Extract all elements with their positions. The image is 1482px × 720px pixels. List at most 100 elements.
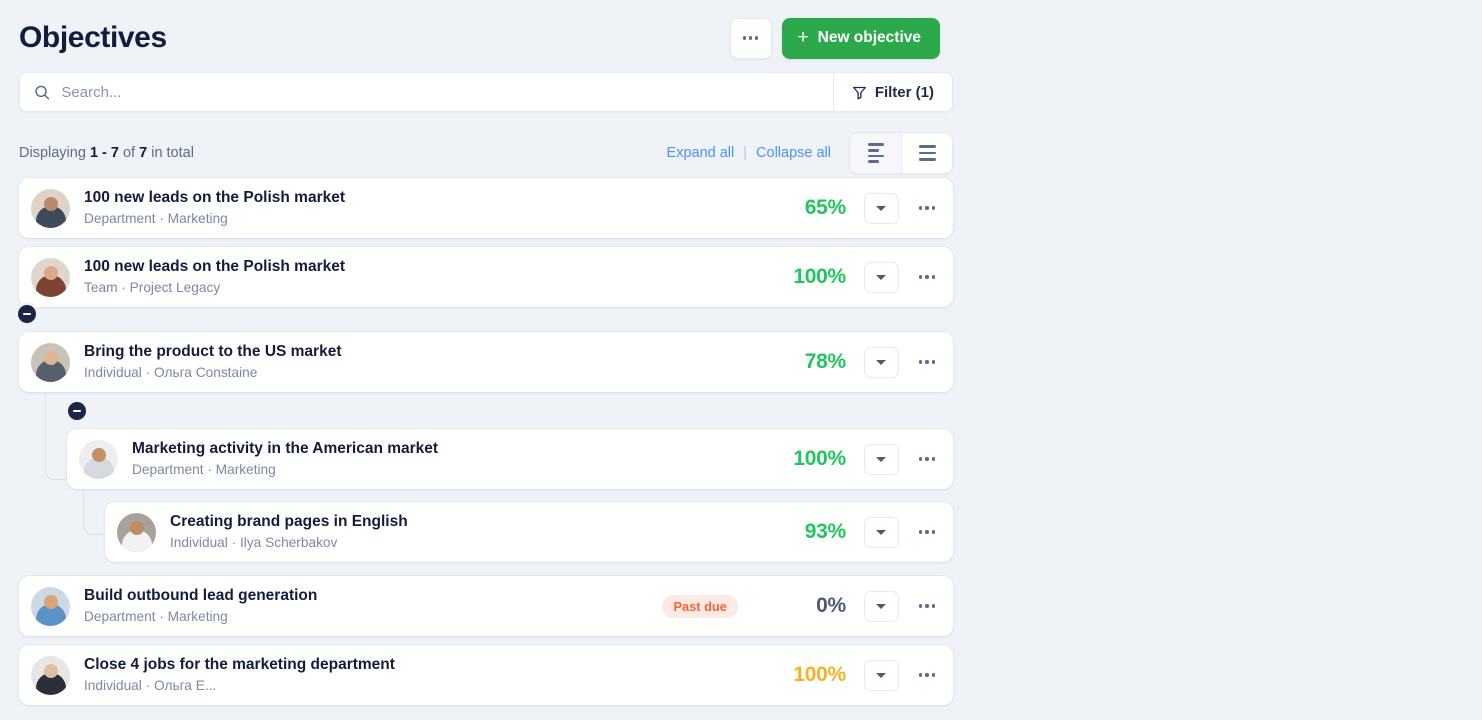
view-toggle-group	[849, 132, 953, 174]
objective-row: Build outbound lead generation Departmen…	[19, 576, 953, 636]
avatar	[31, 586, 70, 626]
objective-subtitle: Team · Project Legacy	[84, 280, 221, 295]
objective-row: Creating brand pages in English Individu…	[19, 502, 953, 562]
tree-connector	[45, 378, 67, 480]
expand-row-button[interactable]	[863, 346, 899, 378]
objective-titles: Close 4 jobs for the marketing departmen…	[84, 655, 762, 695]
objective-titles: 100 new leads on the Polish market Team …	[84, 257, 762, 297]
expand-row-button[interactable]	[863, 192, 899, 224]
view-tree-button[interactable]	[850, 133, 901, 173]
objective-title: 100 new leads on the Polish market	[84, 189, 346, 206]
search-bar: Filter (1)	[19, 72, 953, 112]
align-left-list-icon	[867, 143, 884, 163]
progress-percent: 78%	[804, 350, 846, 373]
view-list-button[interactable]	[901, 133, 952, 173]
objective-titles: Creating brand pages in English Individu…	[170, 512, 762, 552]
objective-card[interactable]: Close 4 jobs for the marketing departmen…	[19, 645, 953, 705]
objective-title: 100 new leads on the Polish market	[84, 258, 346, 275]
filter-button[interactable]: Filter (1)	[832, 73, 952, 111]
objective-row: 100 new leads on the Polish market Depar…	[19, 178, 953, 238]
displaying-total: 7	[139, 145, 148, 161]
collapse-all-link[interactable]: Collapse all	[756, 145, 831, 161]
avatar	[31, 257, 70, 297]
expand-row-button[interactable]	[863, 516, 899, 548]
avatar	[31, 188, 70, 228]
search-input[interactable]	[61, 83, 833, 101]
status-badge: Past due	[662, 594, 738, 618]
row-more-button[interactable]	[918, 530, 935, 534]
row-more-button[interactable]	[918, 275, 935, 279]
row-more-button[interactable]	[918, 206, 935, 210]
displaying-suffix: in total	[151, 145, 194, 161]
objective-titles: 100 new leads on the Polish market Depar…	[84, 188, 762, 228]
objective-subtitle: Department · Marketing	[132, 462, 276, 477]
objective-card[interactable]: Creating brand pages in English Individu…	[105, 502, 953, 562]
progress-percent: 100%	[793, 447, 846, 470]
list-icon	[918, 145, 936, 161]
objective-title: Creating brand pages in English	[170, 513, 408, 530]
objectives-page: Objectives + New objective Filter (1)	[0, 0, 1482, 720]
funnel-icon	[852, 86, 866, 100]
displaying-range: 1 - 7	[89, 145, 119, 161]
objective-card[interactable]: Build outbound lead generation Departmen…	[19, 576, 953, 636]
expand-row-button[interactable]	[863, 659, 899, 691]
objective-row: Marketing activity in the American marke…	[19, 402, 953, 489]
row-more-button[interactable]	[918, 604, 935, 608]
displaying-count: Displaying 1 - 7 of 7 in total	[19, 145, 667, 161]
objective-subtitle: Department · Marketing	[84, 211, 228, 226]
search-field-wrap	[20, 83, 833, 101]
expand-row-button[interactable]	[863, 590, 899, 622]
objective-subtitle: Individual · Ilya Scherbakov	[170, 535, 338, 550]
expand-row-button[interactable]	[863, 261, 899, 293]
objective-card[interactable]: 100 new leads on the Polish market Depar…	[19, 178, 953, 238]
displaying-of: of	[122, 145, 136, 161]
objective-actions: 93%	[762, 516, 939, 548]
objective-titles: Marketing activity in the American marke…	[132, 439, 762, 479]
chevron-down-icon	[876, 205, 887, 211]
chevron-down-icon	[876, 274, 887, 280]
progress-percent: 100%	[793, 265, 846, 288]
chevron-down-icon	[876, 529, 887, 535]
chevron-down-icon	[876, 456, 887, 462]
new-objective-label: New objective	[817, 29, 921, 46]
displaying-prefix: Displaying	[19, 145, 86, 161]
row-more-button[interactable]	[918, 673, 935, 677]
search-icon	[35, 85, 50, 99]
row-more-button[interactable]	[918, 360, 935, 364]
new-objective-button[interactable]: + New objective	[781, 17, 940, 59]
objective-card[interactable]: 100 new leads on the Polish market Team …	[19, 247, 953, 307]
expand-row-button[interactable]	[863, 443, 899, 475]
objective-row: Close 4 jobs for the marketing departmen…	[19, 645, 953, 705]
expand-all-link[interactable]: Expand all	[667, 145, 735, 161]
objective-card[interactable]: Marketing activity in the American marke…	[67, 429, 953, 489]
row-more-button[interactable]	[918, 457, 935, 461]
objective-row: 100 new leads on the Polish market Team …	[19, 247, 953, 307]
objective-card[interactable]: Bring the product to the US market Indiv…	[19, 332, 953, 392]
progress-percent: 93%	[804, 520, 846, 543]
objective-title: Marketing activity in the American marke…	[132, 440, 439, 457]
objective-subtitle: Individual · Ольга Е...	[84, 678, 217, 693]
ellipsis-icon	[743, 36, 758, 40]
objective-row: Bring the product to the US market Indiv…	[18, 305, 953, 392]
progress-percent: 100%	[793, 663, 846, 686]
page-title: Objectives	[19, 21, 167, 54]
objectives-list: 100 new leads on the Polish market Depar…	[0, 178, 953, 705]
objective-titles: Build outbound lead generation Departmen…	[84, 586, 662, 626]
list-controls: Displaying 1 - 7 of 7 in total Expand al…	[0, 131, 953, 175]
objective-subtitle: Department · Marketing	[84, 609, 228, 624]
collapse-toggle[interactable]	[18, 305, 36, 323]
objective-actions: 78%	[762, 346, 939, 378]
child-group: Creating brand pages in English Individu…	[19, 475, 953, 562]
collapse-toggle[interactable]	[68, 402, 86, 420]
plus-icon: +	[797, 26, 809, 48]
chevron-down-icon	[876, 359, 887, 365]
more-options-button[interactable]	[729, 17, 772, 59]
avatar	[79, 439, 118, 479]
objective-actions: 100%	[762, 443, 939, 475]
avatar	[31, 342, 70, 382]
objective-subtitle: Individual · Ольга Constaine	[84, 365, 258, 380]
filter-label: Filter (1)	[874, 83, 934, 101]
chevron-down-icon	[876, 672, 887, 678]
objective-actions: 100%	[762, 659, 939, 691]
link-separator: |	[743, 145, 748, 161]
